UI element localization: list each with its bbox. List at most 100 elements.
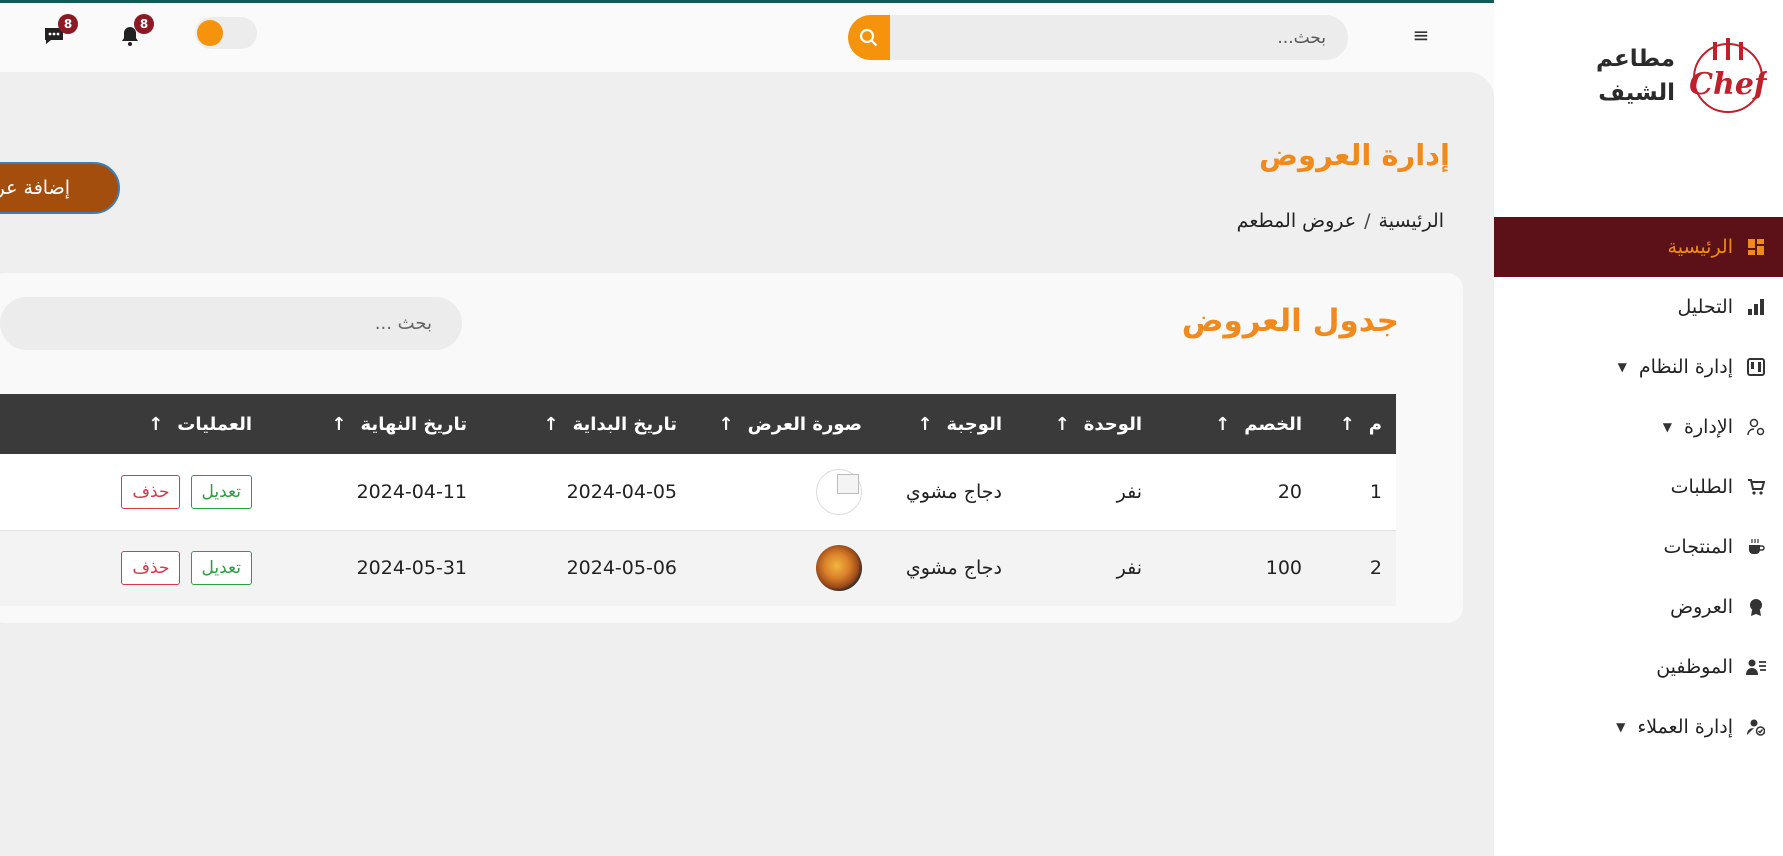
- breadcrumb-home[interactable]: الرئيسية: [1379, 210, 1444, 232]
- cell-actions: تعديل حذف: [0, 454, 266, 530]
- award-icon: [1745, 596, 1767, 618]
- notifications-badge: 8: [134, 14, 154, 34]
- sidebar: Chef مطاعم الشيف الرئيسية التحليل إدارة …: [1494, 0, 1783, 856]
- sort-arrow-icon: ↑: [331, 413, 347, 435]
- cell-discount: 20: [1277, 480, 1302, 503]
- cell-start-date: 2024-04-05: [566, 480, 677, 503]
- cell-unit: نفر: [1116, 557, 1142, 580]
- column-header-discount[interactable]: الخصم↑: [1156, 394, 1316, 454]
- brand[interactable]: Chef مطاعم الشيف: [1585, 36, 1767, 116]
- top-search-input[interactable]: [888, 15, 1348, 60]
- cell-image: [691, 454, 876, 530]
- sidebar-item-label: الموظفين: [1656, 656, 1733, 678]
- sidebar-item-analytics[interactable]: التحليل: [1494, 277, 1783, 337]
- table-row: 1 20 نفر دجاج مشوي 2024-04-05 2024-04-11…: [0, 454, 1396, 530]
- cell-actions: تعديل حذف: [0, 530, 266, 606]
- column-header-actions[interactable]: العمليات↑: [0, 394, 266, 454]
- sort-arrow-icon: ↑: [917, 413, 933, 435]
- sidebar-item-label: العروض: [1670, 596, 1733, 618]
- offer-image: [816, 545, 862, 592]
- breadcrumb: الرئيسية / عروض المطعم: [1237, 210, 1444, 232]
- sidebar-item-customers[interactable]: إدارة العملاء ▼: [1494, 697, 1783, 757]
- cell-start-date: 2024-05-06: [566, 557, 677, 580]
- employee-list-icon: [1745, 656, 1767, 678]
- sidebar-item-label: إدارة النظام: [1638, 356, 1733, 378]
- sidebar-item-label: الرئيسية: [1667, 236, 1733, 258]
- menu-toggle-button[interactable]: ≡: [1410, 24, 1432, 46]
- cell-meal: دجاج مشوي: [905, 480, 1002, 503]
- sidebar-item-employees[interactable]: الموظفين: [1494, 637, 1783, 697]
- bar-chart-icon: [1745, 296, 1767, 318]
- cell-discount: 100: [1265, 557, 1302, 580]
- column-header-end-date[interactable]: تاريخ النهاية↑: [266, 394, 481, 454]
- sort-arrow-icon: ↑: [543, 413, 559, 435]
- table-search-bar: [0, 297, 462, 350]
- sort-arrow-icon: ↑: [148, 413, 164, 435]
- messages-badge: 8: [58, 14, 78, 34]
- toggle-knob: [197, 20, 223, 46]
- svg-text:Chef: Chef: [1689, 67, 1767, 102]
- sidebar-item-label: الطلبات: [1670, 476, 1733, 498]
- cell-unit: نفر: [1116, 480, 1142, 503]
- column-header-start-date[interactable]: تاريخ البداية↑: [481, 394, 691, 454]
- sidebar-item-offers[interactable]: العروض: [1494, 577, 1783, 637]
- sidebar-item-home[interactable]: الرئيسية: [1494, 217, 1783, 277]
- sidebar-nav: الرئيسية التحليل إدارة النظام ▼ الإدارة …: [1494, 217, 1783, 757]
- add-offer-button[interactable]: إضافة عرض: [0, 162, 120, 214]
- cell-end-date: 2024-05-31: [356, 557, 467, 580]
- delete-button[interactable]: حذف: [121, 474, 181, 509]
- edit-button[interactable]: تعديل: [190, 474, 252, 509]
- offers-table: م↑ الخصم↑ الوحدة↑ الوجبة↑ صورة العرض↑ تا…: [0, 394, 1396, 606]
- edit-button[interactable]: تعديل: [190, 551, 252, 586]
- sort-arrow-icon: ↑: [1215, 413, 1231, 435]
- sidebar-item-system[interactable]: إدارة النظام ▼: [1494, 337, 1783, 397]
- column-header-image[interactable]: صورة العرض↑: [691, 394, 876, 454]
- offers-table-card: جدول العروض م↑ الخصم↑ الوحدة↑ الوجبة↑ صو…: [0, 273, 1463, 623]
- sidebar-item-products[interactable]: المنتجات: [1494, 517, 1783, 577]
- dashboard-icon: [1745, 236, 1767, 258]
- cart-icon: [1745, 476, 1767, 498]
- user-gear-icon: [1745, 416, 1767, 438]
- chevron-down-icon: ▼: [1616, 720, 1626, 734]
- cell-image: [691, 530, 876, 606]
- column-header-unit[interactable]: الوحدة↑: [1016, 394, 1156, 454]
- brand-name: مطاعم الشيف: [1595, 46, 1675, 106]
- sort-arrow-icon: ↑: [718, 413, 734, 435]
- cell-end-date: 2024-04-11: [356, 480, 467, 503]
- user-check-icon: [1745, 716, 1767, 738]
- system-icon: [1745, 356, 1767, 378]
- top-search-bar: [848, 15, 1348, 60]
- messages-button[interactable]: 8: [42, 14, 78, 48]
- notifications-button[interactable]: 8: [118, 14, 154, 48]
- chevron-down-icon: ▼: [1662, 420, 1673, 434]
- sidebar-item-label: التحليل: [1677, 296, 1733, 318]
- sidebar-item-label: الإدارة: [1684, 416, 1733, 438]
- cell-index: 1: [1369, 480, 1382, 503]
- page-title: إدارة العروض: [1259, 138, 1450, 172]
- theme-toggle[interactable]: [195, 17, 257, 49]
- offer-image-broken: [816, 468, 862, 515]
- cell-index: 2: [1369, 557, 1382, 580]
- main-content: إدارة العروض الرئيسية / عروض المطعم إضاف…: [0, 72, 1494, 856]
- top-search-button[interactable]: [848, 15, 890, 60]
- breadcrumb-current: عروض المطعم: [1236, 210, 1357, 232]
- sidebar-item-orders[interactable]: الطلبات: [1494, 457, 1783, 517]
- search-icon: [859, 28, 878, 46]
- delete-button[interactable]: حذف: [121, 551, 181, 586]
- table-search-input[interactable]: [0, 297, 462, 350]
- coffee-cup-icon: [1745, 536, 1767, 558]
- sort-arrow-icon: ↑: [1054, 413, 1070, 435]
- hamburger-icon: ≡: [1412, 23, 1430, 47]
- column-header-index[interactable]: م↑: [1316, 394, 1396, 454]
- sidebar-item-label: إدارة العملاء: [1637, 716, 1733, 738]
- column-header-meal[interactable]: الوجبة↑: [876, 394, 1016, 454]
- table-row: 2 100 نفر دجاج مشوي 2024-05-06 2024-05-3…: [0, 530, 1396, 606]
- breadcrumb-separator: /: [1364, 210, 1371, 232]
- sidebar-item-label: المنتجات: [1663, 536, 1733, 558]
- table-header-row: م↑ الخصم↑ الوحدة↑ الوجبة↑ صورة العرض↑ تا…: [0, 394, 1396, 454]
- chef-logo-icon: Chef: [1689, 38, 1767, 113]
- chevron-down-icon: ▼: [1617, 360, 1627, 374]
- cell-meal: دجاج مشوي: [905, 557, 1002, 580]
- table-title: جدول العروض: [1181, 303, 1399, 339]
- sidebar-item-management[interactable]: الإدارة ▼: [1494, 397, 1783, 457]
